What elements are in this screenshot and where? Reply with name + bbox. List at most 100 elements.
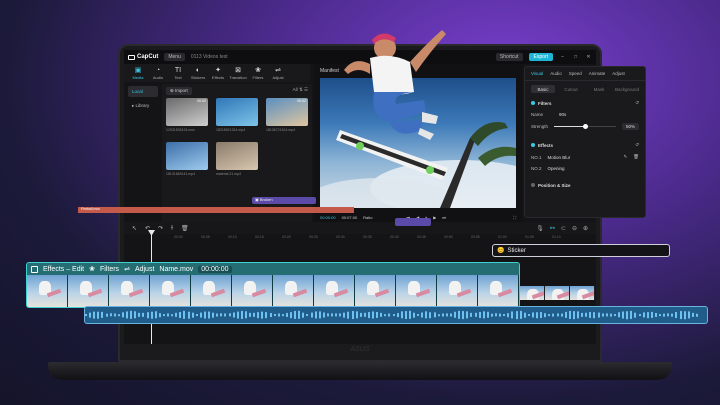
strength-slider-fill: [554, 125, 585, 128]
tool-filters[interactable]: ❀ Filters: [248, 67, 268, 80]
thumbnail-caption: 12931536124.mov: [166, 128, 195, 132]
close-icon[interactable]: ✕: [585, 54, 592, 60]
media-thumbnail[interactable]: 00:00: [166, 98, 208, 126]
waveform-bar: [408, 311, 411, 319]
adjust-label[interactable]: Adjust: [135, 266, 154, 273]
tool-transition[interactable]: ⊠ Transition: [228, 67, 248, 80]
subtab-mask[interactable]: Mask: [587, 85, 611, 93]
link-icon[interactable]: ⚯: [550, 225, 555, 232]
ruler-tick: 01:00: [498, 235, 507, 239]
redo-icon[interactable]: ↷: [158, 225, 163, 232]
filters-label[interactable]: Filters: [100, 266, 119, 273]
text-icon: TI: [174, 66, 182, 74]
audio-waveform-clip[interactable]: [84, 306, 708, 324]
filters-toggle-icon[interactable]: [531, 100, 535, 105]
strength-slider[interactable]: [554, 123, 616, 129]
tab-animate[interactable]: Animate: [589, 71, 606, 76]
waveform-bar: [552, 313, 555, 317]
thumbnail-caption: material 21.mp4: [216, 172, 242, 176]
media-filter-dropdown[interactable]: All ⇅ ☰: [293, 87, 308, 93]
import-button[interactable]: ⊕ Import: [166, 87, 192, 95]
skip-forward-icon[interactable]: ⏭: [442, 215, 446, 220]
fullscreen-icon[interactable]: ⛶: [513, 215, 516, 220]
ruler-tick: 00:10: [228, 235, 237, 239]
effect-row[interactable]: NO.1 Motion Blur ✎ 🗑: [525, 151, 645, 163]
waveform-bar: [675, 311, 678, 319]
waveform-bar: [269, 312, 272, 318]
media-thumbnail[interactable]: 00:02: [266, 98, 308, 126]
sticker-track-clip[interactable]: 😊 Sticker: [492, 244, 670, 257]
strength-slider-knob[interactable]: [582, 123, 588, 129]
tool-stickers[interactable]: ◐ Stickers: [188, 67, 208, 80]
waveform-bar: [593, 311, 596, 319]
nav-item-local[interactable]: Local: [128, 86, 158, 97]
menu-button[interactable]: Menu: [164, 53, 185, 61]
delete-effect-icon[interactable]: 🗑: [633, 154, 639, 160]
media-thumbnail[interactable]: [166, 142, 208, 170]
subtab-basic[interactable]: Basic: [531, 85, 555, 93]
mic-icon[interactable]: 🎙: [536, 225, 544, 232]
waveform-bar: [236, 311, 239, 319]
shortcut-button[interactable]: Shortcut: [495, 53, 523, 61]
waveform-bar: [527, 313, 530, 317]
timeline-clip-extension[interactable]: [520, 286, 595, 300]
maximize-icon[interactable]: □: [572, 54, 579, 60]
filter-name-value[interactable]: 90s: [559, 112, 566, 117]
tool-label: Adjust: [272, 74, 284, 80]
tool-effects[interactable]: ✦ Effects: [208, 67, 228, 80]
effects-toggle-icon[interactable]: [531, 142, 535, 147]
waveform-bar: [244, 311, 247, 319]
import-label: Import: [175, 88, 188, 93]
ratio-dropdown[interactable]: Ratio: [363, 215, 372, 220]
subtab-background[interactable]: Background: [615, 85, 639, 93]
export-button[interactable]: Export: [528, 53, 553, 61]
effect-row[interactable]: NO.2 Opening: [525, 163, 645, 174]
tool-media[interactable]: ▣ Media: [128, 67, 148, 80]
tab-adjust[interactable]: Adjust: [612, 71, 625, 76]
tab-audio[interactable]: Audio: [550, 71, 562, 76]
waveform-bar: [433, 312, 436, 318]
edit-effect-icon[interactable]: ✎: [624, 154, 628, 160]
waveform-bar: [581, 313, 584, 317]
effects-section-header: Effects ↺: [525, 139, 645, 151]
tool-adjust[interactable]: ⇌ Adjust: [268, 67, 288, 80]
step-forward-icon[interactable]: ▶: [433, 215, 436, 220]
adjust-icon: ⇌: [275, 66, 281, 74]
zoom-out-icon[interactable]: ⊖: [572, 225, 577, 232]
media-thumbnail[interactable]: [216, 142, 258, 170]
effects-label[interactable]: Effects – Edit: [43, 266, 84, 273]
magnet-icon[interactable]: ⊂: [561, 225, 566, 232]
tool-text[interactable]: TI Text: [168, 67, 188, 80]
timeline-clip-fireball[interactable]: Fireball.mov: [78, 207, 354, 213]
minimize-icon[interactable]: –: [559, 54, 566, 60]
clip-frame: [520, 286, 545, 300]
sticker-icon: 😊: [497, 248, 505, 254]
select-tool-icon[interactable]: ↖: [132, 225, 137, 232]
reset-effects-icon[interactable]: ↺: [635, 142, 639, 148]
split-icon[interactable]: ⫲: [171, 225, 173, 232]
strength-value[interactable]: 50%: [621, 123, 639, 130]
waveform-bar: [167, 313, 169, 317]
position-toggle-icon[interactable]: [531, 183, 535, 187]
tab-visual[interactable]: Visual: [531, 71, 543, 76]
delete-icon[interactable]: 🗑: [181, 225, 189, 232]
timeline-clip-broken[interactable]: ▣ Broken: [252, 197, 316, 204]
zoom-in-icon[interactable]: ⊕: [583, 225, 588, 232]
waveform-bar: [109, 313, 112, 317]
subtab-cutout[interactable]: Cutout: [559, 85, 583, 93]
tool-audio[interactable]: ◔ Audio: [148, 67, 168, 80]
waveform-bar: [232, 312, 235, 318]
timeline-clip-purple[interactable]: [395, 218, 431, 226]
waveform-bar: [121, 312, 124, 318]
tab-speed[interactable]: Speed: [569, 71, 582, 76]
effects-video-clip[interactable]: Effects – Edit ❀ Filters ⇌ Adjust Name.m…: [26, 262, 520, 308]
media-thumbnail[interactable]: [216, 98, 258, 126]
waveform-bar: [126, 311, 128, 319]
waveform-bar: [671, 313, 674, 317]
media-toolbar: ▣ Media ◔ Audio TI Text ◐ Stickers ✦ Effects ⊠ Tran…: [124, 64, 310, 82]
reset-filters-icon[interactable]: ↺: [635, 100, 639, 106]
tool-label: Text: [174, 74, 182, 80]
effects-icon: [31, 265, 38, 273]
project-name[interactable]: 0113 Videos test: [191, 54, 228, 60]
nav-item-library[interactable]: ▸ Library: [128, 100, 158, 112]
